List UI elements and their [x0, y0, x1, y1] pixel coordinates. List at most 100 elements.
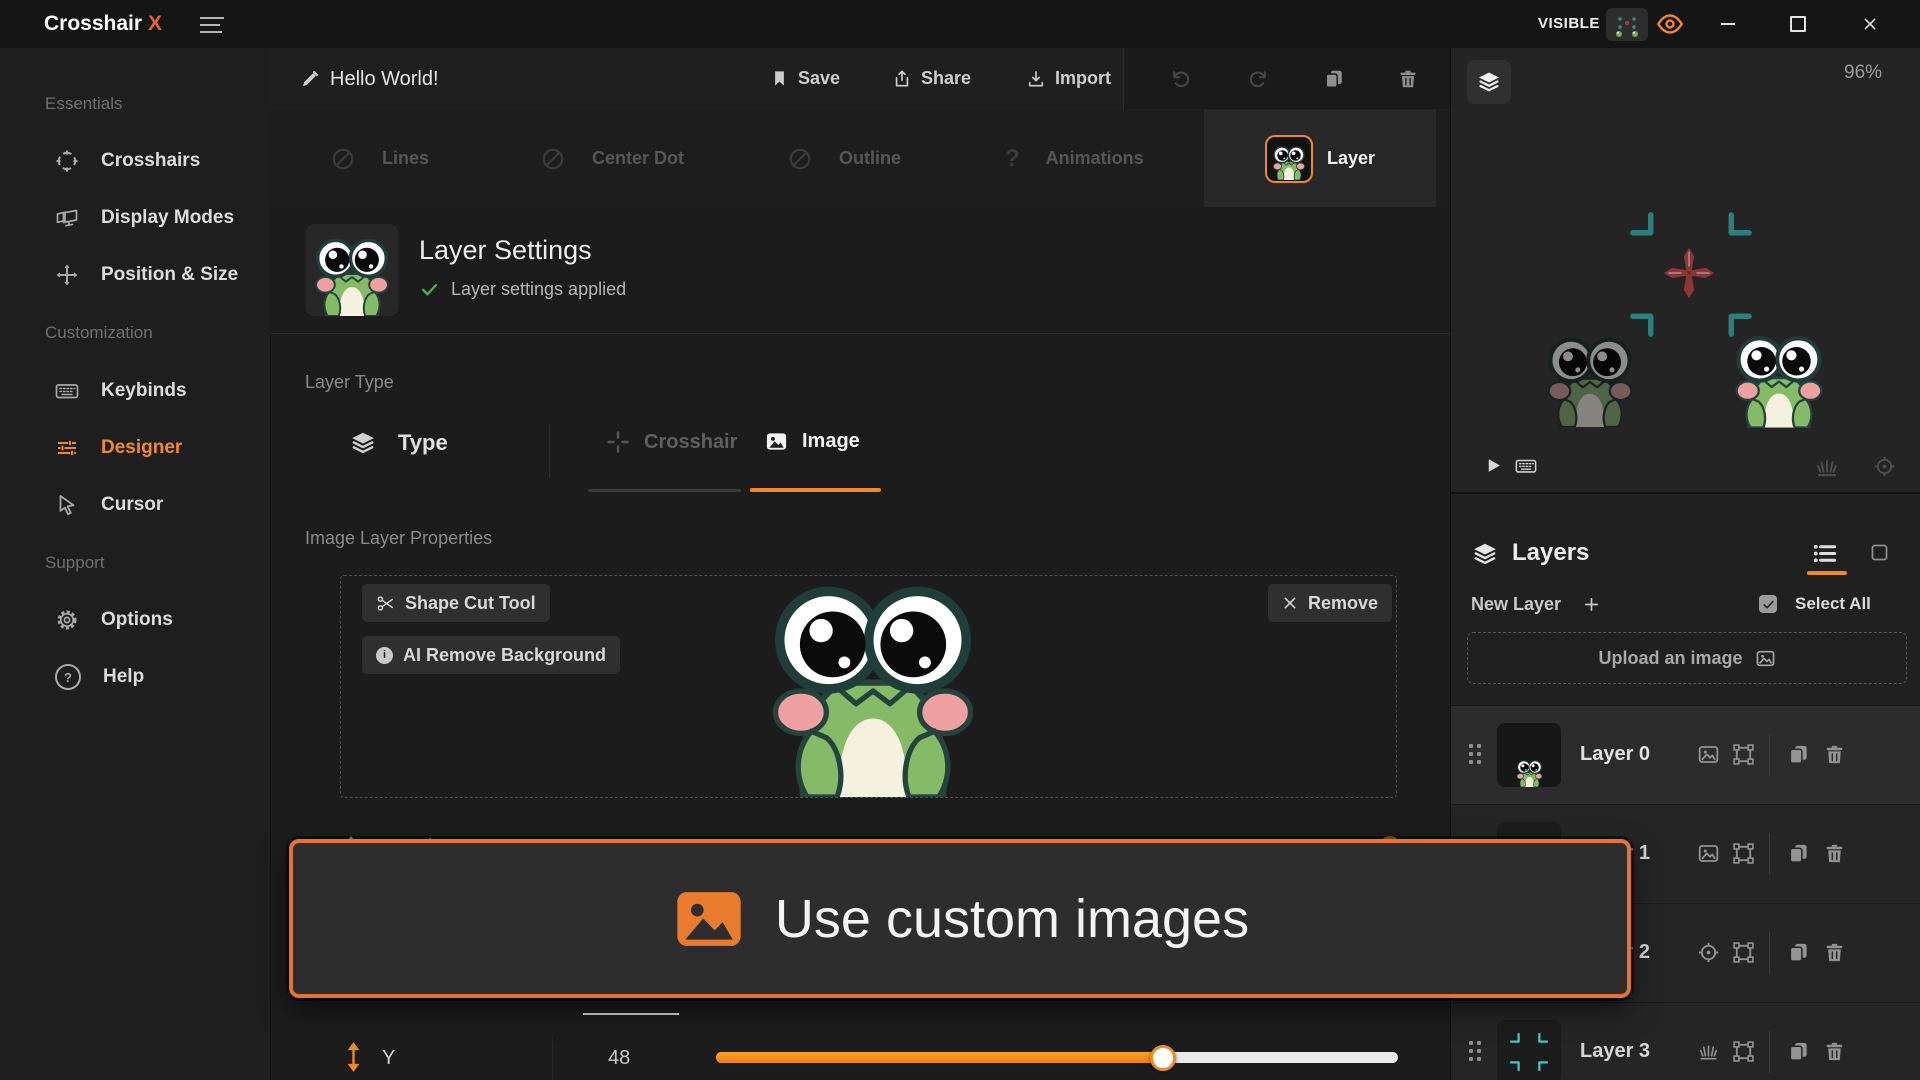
button-label: Shape Cut Tool [405, 593, 536, 614]
upload-label: Upload an image [1598, 648, 1742, 669]
delete-layer-icon[interactable] [1823, 1040, 1846, 1063]
sidebar-item-label: Cursor [101, 494, 163, 516]
undo-icon[interactable] [1170, 68, 1192, 90]
close-button[interactable] [1848, 0, 1892, 48]
button-label: AI Remove Background [403, 645, 606, 666]
keyboard-preview-icon[interactable] [1513, 455, 1539, 477]
list-view-icon[interactable] [1811, 540, 1838, 567]
transform-frame-icon[interactable] [1732, 743, 1755, 766]
tab-crosshair-type[interactable]: Crosshair [606, 430, 737, 454]
duplicate-layer-icon[interactable] [1787, 842, 1810, 865]
sidebar-item-display-modes[interactable]: Display Modes [55, 205, 234, 231]
sidebar-item-options[interactable]: Options [55, 607, 173, 633]
tab-label: Layer [1327, 148, 1375, 169]
image-props-label: Image Layer Properties [305, 528, 492, 549]
minimize-button[interactable] [1708, 0, 1748, 48]
delete-layer-icon[interactable] [1823, 842, 1846, 865]
y-row-divider [552, 1036, 553, 1080]
layers-overlay-toggle[interactable] [1467, 60, 1511, 104]
duplicate-layer-icon[interactable] [1787, 941, 1810, 964]
new-layer-button[interactable]: New Layer [1471, 594, 1600, 615]
tab-label: Lines [382, 148, 429, 169]
save-button[interactable]: Save [770, 48, 840, 109]
remove-image-button[interactable]: Remove [1268, 584, 1392, 622]
y-slider-handle[interactable] [1150, 1045, 1176, 1071]
button-label: Remove [1308, 593, 1378, 614]
tab-label: Image [802, 430, 860, 453]
transform-frame-icon[interactable] [1732, 941, 1755, 964]
crosshair-tab-underline [588, 489, 741, 492]
y-slider-fill [716, 1052, 1163, 1063]
hidden-row-input-underline [583, 1013, 679, 1015]
tab-image-type[interactable]: Image [765, 430, 860, 453]
tab-lines[interactable]: Lines [330, 110, 429, 207]
titlebar: Crosshair X VISIBLE [0, 0, 1920, 49]
drag-handle-icon[interactable] [1469, 1041, 1481, 1061]
app-name: Crosshair [44, 12, 142, 36]
select-all-control[interactable]: Select All [1759, 594, 1871, 614]
rename-pencil-icon[interactable] [300, 69, 320, 89]
row-divider [1769, 833, 1770, 875]
upload-image-button[interactable]: Upload an image [1467, 632, 1907, 684]
crosshair-mini-preview[interactable] [1606, 8, 1648, 41]
sidebar-item-position-size[interactable]: Position & Size [55, 262, 238, 288]
tab-animations[interactable]: ? Animations [1005, 110, 1144, 207]
image-type-icon [1697, 842, 1720, 865]
check-icon [420, 280, 439, 299]
share-button[interactable]: Share [892, 48, 971, 109]
select-all-checkbox[interactable] [1759, 595, 1777, 613]
import-button[interactable]: Import [1026, 48, 1111, 109]
delete-layer-icon[interactable] [1823, 743, 1846, 766]
redo-icon[interactable] [1247, 68, 1269, 90]
save-label: Save [798, 68, 840, 89]
play-preview-icon[interactable] [1484, 456, 1503, 475]
sidebar-item-crosshairs[interactable]: Crosshairs [55, 148, 200, 174]
sidebar-item-designer[interactable]: Designer [55, 435, 182, 461]
recenter-target-icon[interactable] [1873, 455, 1896, 478]
animation-burst-icon[interactable] [1814, 454, 1840, 480]
crosshair-center-cross [1661, 245, 1717, 301]
layer-row-0[interactable]: Layer 0 [1451, 706, 1920, 804]
import-label: Import [1055, 68, 1111, 89]
sidebar-item-keybinds[interactable]: Keybinds [55, 378, 187, 404]
move-icon [55, 263, 79, 287]
transform-frame-icon[interactable] [1732, 1040, 1755, 1063]
keyboard-icon [55, 379, 79, 403]
duplicate-layer-icon[interactable] [1787, 1040, 1810, 1063]
preview-pane: 96% [1450, 48, 1920, 492]
sidebar-item-cursor[interactable]: Cursor [55, 492, 163, 518]
image-icon [1755, 648, 1776, 669]
maximize-button[interactable] [1778, 0, 1818, 48]
sidebar-item-label: Display Modes [101, 207, 234, 229]
delete-icon[interactable] [1397, 68, 1419, 90]
shape-cut-tool-button[interactable]: Shape Cut Tool [362, 584, 550, 622]
transform-frame-icon[interactable] [1732, 842, 1755, 865]
app-name-x: X [148, 12, 162, 36]
y-slider-track[interactable] [716, 1052, 1398, 1063]
layer-image-frog [766, 585, 980, 797]
grid-view-icon[interactable] [1869, 542, 1890, 563]
tab-outline[interactable]: Outline [787, 110, 901, 207]
image-icon [765, 430, 788, 453]
designer-tabbar: Lines Center Dot Outline ? Animations La… [270, 110, 1450, 208]
document-header: Hello World! Save Share Import [270, 48, 1450, 111]
mini-chevron-tl [1509, 1032, 1520, 1043]
layer-row-3[interactable]: Layer 3 [1451, 1002, 1920, 1080]
ai-remove-background-button[interactable]: i AI Remove Background [362, 636, 620, 674]
duplicate-icon[interactable] [1323, 68, 1345, 90]
hamburger-menu-icon[interactable] [200, 17, 224, 33]
section-label-essentials: Essentials [45, 94, 122, 114]
tab-label: Animations [1046, 148, 1144, 169]
duplicate-layer-icon[interactable] [1787, 743, 1810, 766]
image-props-box: Shape Cut Tool i AI Remove Background Re… [340, 575, 1397, 798]
sidebar-item-label: Crosshairs [101, 150, 200, 172]
drag-handle-icon[interactable] [1469, 744, 1481, 764]
tab-center-dot[interactable]: Center Dot [540, 110, 684, 207]
share-icon [892, 69, 912, 89]
sidebar-item-help[interactable]: ? Help [55, 664, 144, 690]
frog-image [1516, 760, 1543, 787]
delete-layer-icon[interactable] [1823, 941, 1846, 964]
tab-layer[interactable]: Layer [1204, 110, 1436, 207]
layer-settings-title: Layer Settings [419, 235, 592, 266]
visibility-eye-icon[interactable] [1656, 10, 1684, 38]
